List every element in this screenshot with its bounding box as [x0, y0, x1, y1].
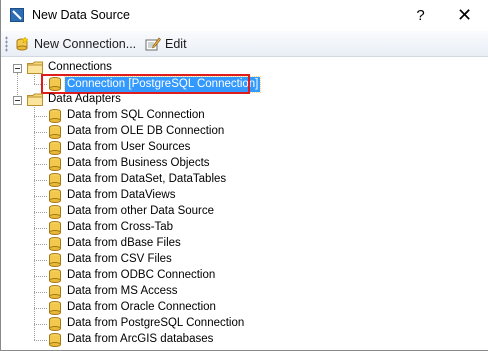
data-adapter-database-icon — [49, 125, 61, 139]
toolbar-grip[interactable] — [5, 36, 8, 52]
data-adapter-item[interactable]: Data from CSV Files — [67, 252, 172, 267]
data-adapter-database-icon — [49, 221, 61, 235]
tree-line — [34, 148, 47, 149]
tree-line — [34, 292, 47, 293]
tree-line — [34, 164, 47, 165]
data-adapters-folder-icon — [27, 93, 43, 106]
data-adapter-item[interactable]: Data from User Sources — [67, 140, 190, 155]
data-adapter-database-icon — [49, 269, 61, 283]
tree-line — [34, 132, 47, 133]
edit-icon — [145, 36, 161, 52]
connections-collapse-toggle[interactable] — [13, 64, 22, 73]
toolbar: New Connection... Edit — [1, 31, 488, 57]
tree-line — [34, 276, 47, 277]
data-adapter-item[interactable]: Data from ODBC Connection — [67, 268, 215, 283]
tree-line — [34, 116, 47, 117]
tree-line — [34, 244, 47, 245]
selection-highlight-box — [41, 74, 250, 94]
connections-node-label[interactable]: Connections — [48, 60, 112, 75]
tree-line — [34, 340, 47, 341]
tree-line — [34, 107, 35, 340]
data-adapters-node-label[interactable]: Data Adapters — [48, 92, 121, 107]
data-adapter-database-icon — [49, 317, 61, 331]
data-adapter-item[interactable]: Data from dBase Files — [67, 236, 181, 251]
data-adapter-item[interactable]: Data from DataViews — [67, 188, 175, 203]
new-connection-icon — [14, 35, 30, 52]
data-adapter-database-icon — [49, 173, 61, 187]
data-adapter-item[interactable]: Data from other Data Source — [67, 204, 214, 219]
edit-label: Edit — [165, 36, 187, 51]
data-adapter-database-icon — [49, 333, 61, 347]
tree-line — [34, 212, 47, 213]
data-adapter-item[interactable]: Data from MS Access — [67, 284, 178, 299]
close-button[interactable]: ✕ — [442, 0, 487, 31]
help-button[interactable]: ? — [398, 0, 443, 31]
data-adapter-database-icon — [49, 141, 61, 155]
data-adapter-item[interactable]: Data from Business Objects — [67, 156, 210, 171]
app-icon — [10, 8, 24, 22]
data-adapter-database-icon — [49, 237, 61, 251]
data-adapter-item[interactable]: Data from ArcGIS databases — [67, 332, 213, 347]
tree-line — [34, 308, 47, 309]
data-adapter-database-icon — [49, 109, 61, 123]
data-adapters-collapse-toggle[interactable] — [13, 96, 22, 105]
data-adapter-database-icon — [49, 253, 61, 267]
new-connection-button[interactable]: New Connection... — [11, 34, 139, 53]
data-adapter-item[interactable]: Data from PostgreSQL Connection — [67, 316, 244, 331]
tree-line — [34, 324, 47, 325]
data-adapter-database-icon — [49, 189, 61, 203]
connections-folder-icon — [27, 61, 43, 74]
data-adapter-item[interactable]: Data from SQL Connection — [67, 108, 205, 123]
new-connection-label: New Connection... — [34, 36, 137, 51]
tree-line — [34, 228, 47, 229]
data-adapter-database-icon — [49, 301, 61, 315]
data-adapter-database-icon — [49, 205, 61, 219]
title-bar: New Data Source ? ✕ — [1, 0, 488, 31]
tree-line — [34, 75, 35, 84]
data-adapter-item[interactable]: Data from Oracle Connection — [67, 300, 216, 315]
data-adapter-database-icon — [49, 157, 61, 171]
data-source-tree[interactable]: Connections Connection [PostgreSQL Conne… — [1, 57, 488, 350]
tree-line — [34, 180, 47, 181]
data-adapter-item[interactable]: Data from DataSet, DataTables — [67, 172, 226, 187]
data-adapter-item[interactable]: Data from Cross-Tab — [67, 220, 173, 235]
window-title: New Data Source — [32, 8, 130, 22]
tree-line — [34, 196, 47, 197]
new-data-source-window: New Data Source ? ✕ New Connection... Ed… — [0, 0, 488, 351]
data-adapter-database-icon — [49, 285, 61, 299]
tree-line — [34, 260, 47, 261]
data-adapter-item[interactable]: Data from OLE DB Connection — [67, 124, 224, 139]
edit-button[interactable]: Edit — [142, 34, 190, 53]
